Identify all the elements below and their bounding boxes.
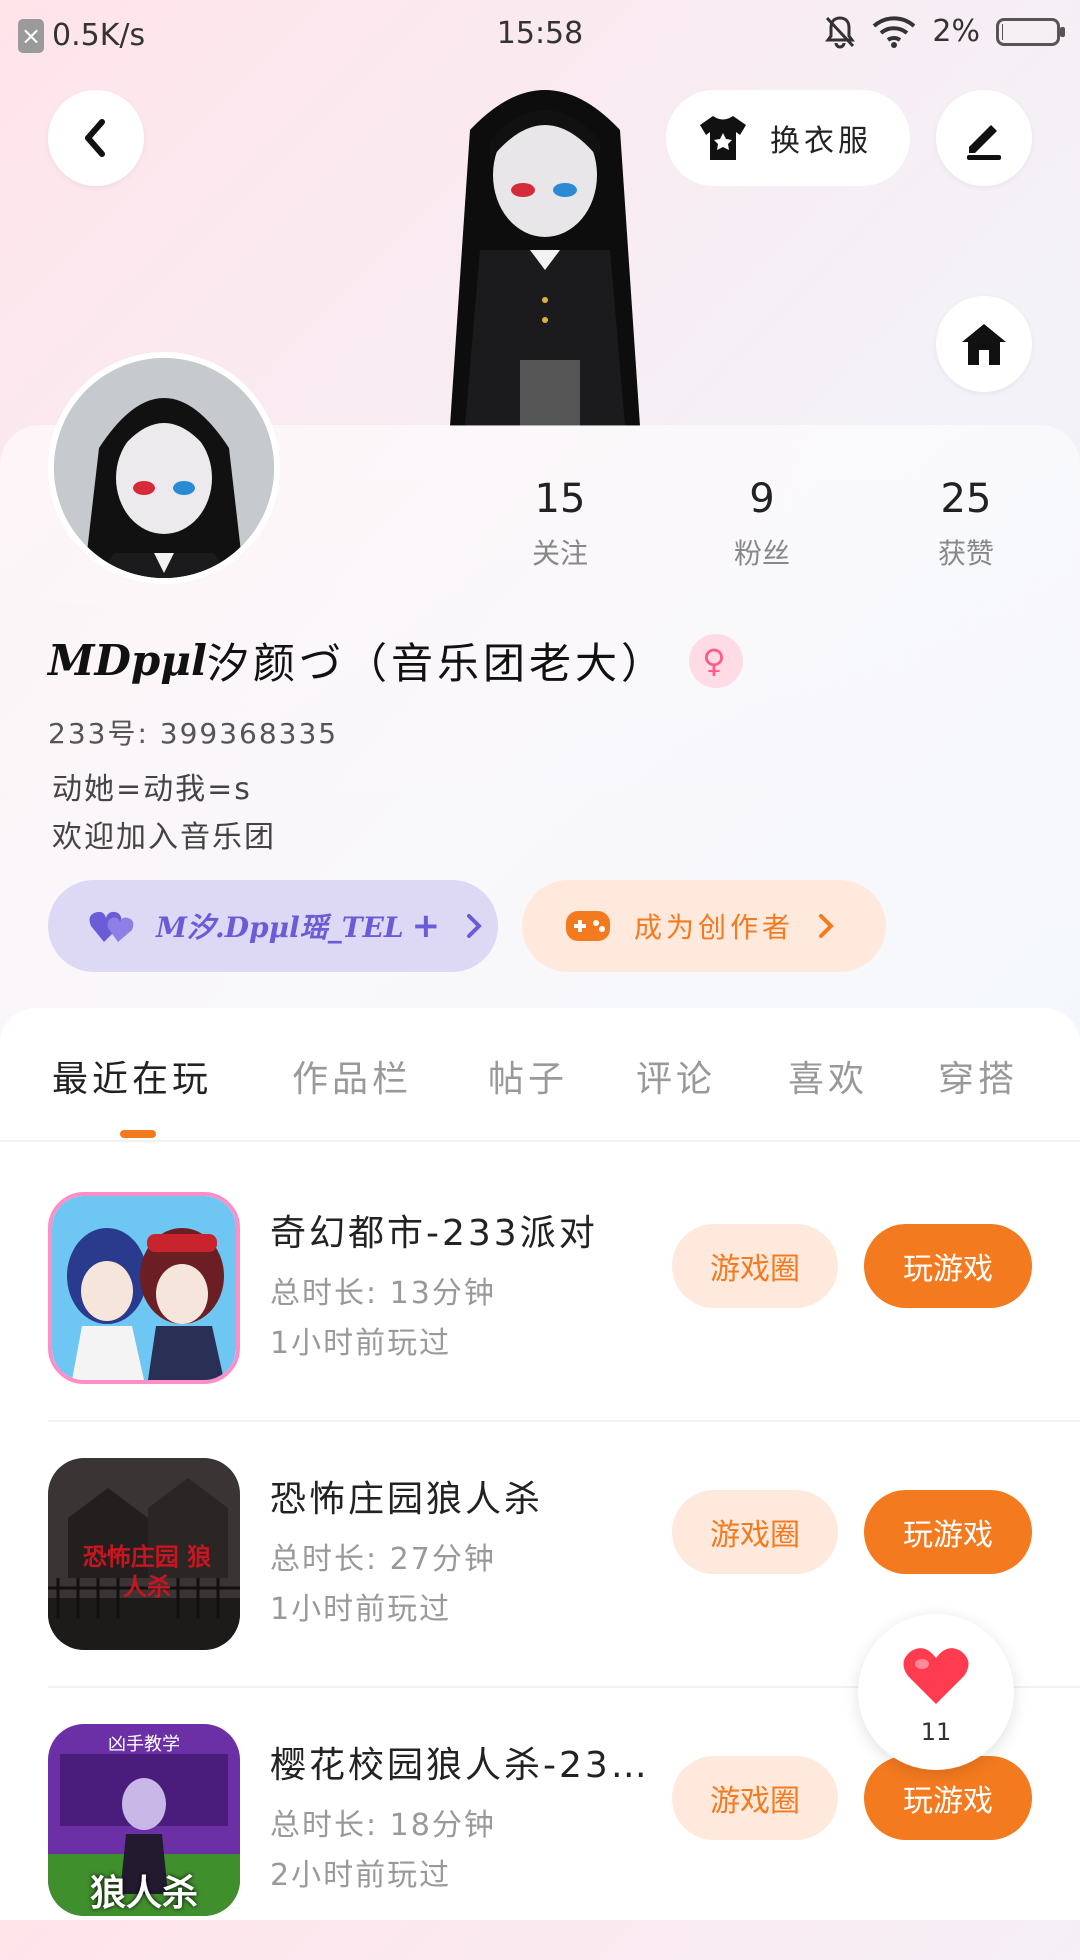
game-thumbnail: 凶手教学 狼人杀 <box>48 1724 240 1916</box>
stat-following[interactable]: 15 关注 <box>480 476 640 572</box>
tab-works[interactable]: 作品栏 <box>292 1050 412 1102</box>
play-game-button[interactable]: 玩游戏 <box>864 1224 1032 1308</box>
user-name: MDpμl 汐颜づ（音乐团老大） ♀ <box>48 630 743 691</box>
game-thumbnail-image <box>52 1196 236 1380</box>
active-tab-indicator <box>120 1130 156 1138</box>
double-heart-icon <box>89 911 134 942</box>
become-creator-button[interactable]: 成为创作者 <box>522 880 886 972</box>
thumbnail-top-caption: 凶手教学 <box>108 1734 180 1755</box>
game-title: 奇幻都市-233派对 <box>270 1213 598 1254</box>
home-icon <box>962 324 1006 365</box>
game-row[interactable]: 奇幻都市-233派对 总时长: 13分钟 1小时前玩过 游戏圈 玩游戏 <box>0 1162 1080 1428</box>
game-thumbnail: 恐怖庄园 狼人杀 <box>48 1458 240 1650</box>
chevron-right-icon <box>467 914 482 938</box>
bio-line: 欢迎加入音乐团 <box>52 820 276 855</box>
game-last-played: 1小时前玩过 <box>270 1592 452 1627</box>
tab-posts[interactable]: 帖子 <box>488 1050 568 1102</box>
stat-number: 25 <box>940 476 992 522</box>
tab-recent-play[interactable]: 最近在玩 <box>52 1050 212 1102</box>
like-fab-button[interactable]: 11 <box>858 1614 1014 1770</box>
edit-profile-button[interactable] <box>936 90 1032 186</box>
tab-outfits[interactable]: 穿搭 <box>938 1050 1018 1102</box>
thumbnail-caption: 恐怖庄园 狼人杀 <box>82 1543 212 1601</box>
game-duration: 总时长: 18分钟 <box>270 1808 496 1843</box>
play-game-button[interactable]: 玩游戏 <box>864 1490 1032 1574</box>
outfit-label: 换衣服 <box>770 124 872 159</box>
tab-likes[interactable]: 喜欢 <box>788 1050 868 1102</box>
game-circle-button[interactable]: 游戏圈 <box>672 1756 838 1840</box>
battery-icon <box>996 17 1065 46</box>
plus-icon: + <box>411 906 441 946</box>
chevron-right-icon <box>819 914 834 938</box>
tab-comments[interactable]: 评论 <box>636 1050 716 1102</box>
game-title: 樱花校园狼人杀-23… <box>270 1745 650 1786</box>
mute-bell-icon <box>825 15 856 48</box>
gamepad-icon <box>566 911 610 941</box>
avatar[interactable] <box>48 352 280 584</box>
avatar-figure-image <box>450 90 640 426</box>
game-thumbnail <box>48 1192 240 1384</box>
status-bar: × 0.5K/s 15:58 2% <box>0 0 1080 70</box>
user-name-text: 汐颜づ（音乐团老大） <box>206 639 667 688</box>
avatar-image <box>54 358 274 578</box>
stat-likes[interactable]: 25 获赞 <box>886 476 1046 572</box>
back-button[interactable] <box>48 90 144 186</box>
game-last-played: 1小时前玩过 <box>270 1326 452 1361</box>
status-right: 2% <box>824 14 1065 49</box>
game-circle-button[interactable]: 游戏圈 <box>672 1224 838 1308</box>
divider <box>0 1140 1080 1142</box>
like-count: 11 <box>920 1718 952 1746</box>
stat-followers[interactable]: 9 粉丝 <box>682 476 842 572</box>
pen-icon <box>967 125 1001 160</box>
relationship-tag-label: M汐.Dpμl瑶_TEL <box>156 911 404 944</box>
relationship-tag-button[interactable]: M汐.Dpμl瑶_TEL + <box>48 880 498 972</box>
stat-label: 粉丝 <box>733 537 790 570</box>
stat-number: 9 <box>749 476 775 522</box>
game-duration: 总时长: 27分钟 <box>270 1542 496 1577</box>
home-button[interactable] <box>936 296 1032 392</box>
bio-line: 动她=动我=s <box>52 772 252 807</box>
user-name-prefix: MDpμl <box>48 636 207 685</box>
chevron-left-icon <box>85 119 105 157</box>
shirt-icon <box>700 116 746 160</box>
stat-number: 15 <box>534 476 586 522</box>
become-creator-label: 成为创作者 <box>634 911 795 944</box>
divider <box>48 1420 1080 1422</box>
female-icon: ♀ <box>689 633 743 688</box>
user-bio: 动她=动我=s 欢迎加入音乐团 <box>52 766 276 862</box>
battery-percent: 2% <box>932 14 980 49</box>
user-id: 233号: 399368335 <box>48 717 339 750</box>
game-last-played: 2小时前玩过 <box>270 1858 452 1893</box>
game-title: 恐怖庄园狼人杀 <box>270 1479 544 1520</box>
wifi-icon <box>873 15 916 48</box>
stat-label: 获赞 <box>937 537 994 570</box>
stat-label: 关注 <box>531 537 588 570</box>
outfit-button[interactable]: 换衣服 <box>666 90 910 186</box>
thumbnail-caption: 狼人杀 <box>89 1873 198 1914</box>
heart-icon <box>903 1648 969 1704</box>
game-duration: 总时长: 13分钟 <box>270 1276 496 1311</box>
game-circle-button[interactable]: 游戏圈 <box>672 1490 838 1574</box>
